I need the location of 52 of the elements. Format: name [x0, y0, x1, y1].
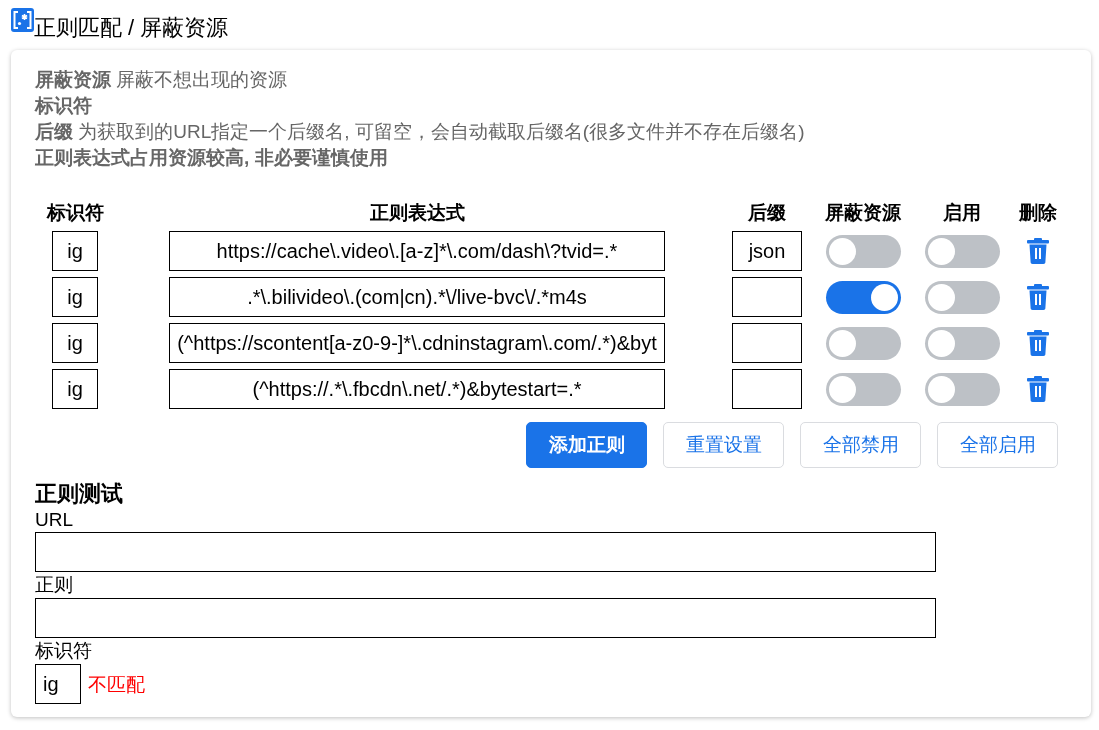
- regex-logo-icon: [11, 8, 34, 32]
- add-rule-button[interactable]: 添加正则: [526, 422, 647, 468]
- trash-icon: [1027, 284, 1049, 310]
- identifier-input[interactable]: ig: [52, 231, 98, 271]
- toggle-switch[interactable]: [825, 326, 901, 360]
- toggle-switch[interactable]: [924, 326, 1000, 360]
- column-header: 标识符: [46, 201, 104, 225]
- column-header: 后缀: [748, 201, 786, 225]
- column-header: 删除: [1019, 201, 1057, 225]
- identifier-input[interactable]: ig: [52, 369, 98, 409]
- delete-button[interactable]: [1027, 284, 1049, 310]
- toggle-switch[interactable]: [825, 280, 901, 314]
- help-line: 屏蔽资源 屏蔽不想出现的资源: [35, 68, 288, 92]
- url-input[interactable]: [35, 532, 936, 572]
- suffix-input[interactable]: json: [732, 231, 802, 271]
- column-header: 启用: [943, 201, 981, 225]
- delete-button[interactable]: [1027, 238, 1049, 264]
- page-title: 正则匹配 / 屏蔽资源: [34, 14, 229, 42]
- toggle-switch[interactable]: [924, 280, 1000, 314]
- trash-icon: [1027, 238, 1049, 264]
- delete-button[interactable]: [1027, 330, 1049, 356]
- suffix-input[interactable]: [732, 277, 802, 317]
- action-button[interactable]: 全部启用: [937, 422, 1058, 468]
- trash-icon: [1027, 376, 1049, 402]
- toggle-switch[interactable]: [825, 234, 901, 268]
- section-title: 正则测试: [35, 481, 123, 507]
- field-label: 标识符: [35, 639, 92, 663]
- toggle-switch[interactable]: [825, 372, 901, 406]
- column-header: 正则表达式: [369, 201, 465, 225]
- trash-icon: [1027, 330, 1049, 356]
- regex-input[interactable]: https://cache\.video\.[a-z]*\.com/dash\?tvid=.*: [169, 231, 665, 271]
- delete-button[interactable]: [1027, 376, 1049, 402]
- help-line: 标识符: [35, 94, 92, 118]
- action-button[interactable]: 全部禁用: [800, 422, 921, 468]
- column-header: 屏蔽资源: [825, 201, 901, 225]
- suffix-input[interactable]: [732, 323, 802, 363]
- regex-input[interactable]: .*\.bilivideo\.(com|cn).*\/live-bvc\/.*m4s: [169, 277, 665, 317]
- identifier-input[interactable]: ig: [52, 323, 98, 363]
- regex-input[interactable]: (^https://.*\.fbcdn\.net/.*)&bytestart=.*: [169, 369, 665, 409]
- field-label: URL: [35, 508, 73, 532]
- regex-test-input[interactable]: [35, 598, 936, 638]
- toggle-switch[interactable]: [924, 372, 1000, 406]
- warning-line: 正则表达式占用资源较高, 非必要谨慎使用: [35, 146, 388, 170]
- identifier-input[interactable]: ig: [35, 664, 81, 704]
- match-result: 不匹配: [88, 673, 145, 698]
- identifier-input[interactable]: ig: [52, 277, 98, 317]
- suffix-input[interactable]: [732, 369, 802, 409]
- help-line: 后缀 为获取到的URL指定一个后缀名, 可留空，会自动截取后缀名(很多文件并不存在后缀名): [35, 120, 805, 144]
- toggle-switch[interactable]: [924, 234, 1000, 268]
- action-button[interactable]: 重置设置: [663, 422, 784, 468]
- field-label: 正则: [35, 573, 73, 597]
- regex-input[interactable]: (^https://scontent[a-z0-9-]*\.cdninstagram\.com/.*)&byt: [169, 323, 665, 363]
